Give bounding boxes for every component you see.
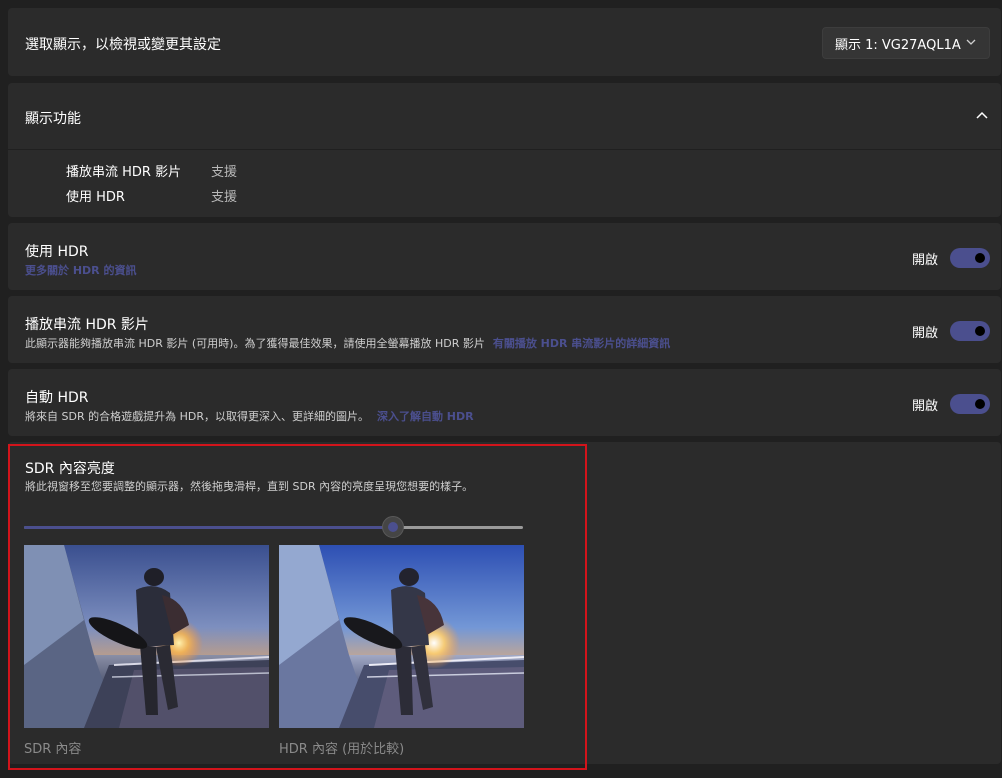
capability-item-stream-hdr: 播放串流 HDR 影片 支援 — [66, 161, 237, 180]
stream-hdr-row: 播放串流 HDR 影片 此顯示器能夠播放串流 HDR 影片 (可用時)。為了獲得… — [8, 296, 1001, 363]
auto-hdr-row: 自動 HDR 將來自 SDR 的合格遊戲提升為 HDR，以取得更深入、更詳細的圖… — [8, 369, 1001, 436]
use-hdr-toggle[interactable] — [950, 248, 990, 268]
auto-hdr-description: 將來自 SDR 的合格遊戲提升為 HDR，以取得更深入、更詳細的圖片。 — [25, 410, 369, 423]
use-hdr-state: 開啟 — [911, 253, 938, 268]
display-capabilities-title: 顯示功能 — [25, 111, 81, 127]
capability-value: 支援 — [211, 190, 238, 205]
auto-hdr-title: 自動 HDR — [25, 390, 89, 406]
hdr-preview-image — [279, 545, 524, 728]
stream-hdr-info-link[interactable]: 有關播放 HDR 串流影片的詳細資訊 — [493, 337, 670, 350]
display-select-dropdown[interactable]: 顯示 1: VG27AQL1A — [822, 27, 990, 59]
capability-label: 使用 HDR — [66, 190, 125, 205]
capability-item-use-hdr: 使用 HDR 支援 — [66, 186, 237, 205]
hdr-info-link[interactable]: 更多關於 HDR 的資訊 — [25, 264, 136, 277]
display-capabilities-list: 播放串流 HDR 影片 支援 使用 HDR 支援 — [8, 150, 1001, 217]
sdr-brightness-slider[interactable] — [24, 516, 523, 538]
use-hdr-title: 使用 HDR — [25, 244, 89, 260]
auto-hdr-learn-link[interactable]: 深入了解自動 HDR — [377, 410, 474, 423]
slider-thumb-inner — [388, 522, 399, 532]
auto-hdr-toggle[interactable] — [950, 394, 990, 414]
select-display-row: 選取顯示，以檢視或變更其設定 顯示 1: VG27AQL1A — [8, 8, 1001, 76]
slider-fill — [24, 526, 394, 529]
hdr-preview-caption: HDR 內容 (用於比較) — [279, 742, 405, 757]
hdr-preview-scene — [279, 545, 524, 728]
auto-hdr-state: 開啟 — [911, 399, 938, 414]
display-capabilities-header[interactable]: 顯示功能 — [8, 83, 1001, 149]
toggle-knob — [975, 326, 985, 336]
capability-value: 支援 — [211, 165, 238, 180]
use-hdr-row: 使用 HDR 更多關於 HDR 的資訊 開啟 — [8, 223, 1001, 290]
toggle-knob — [975, 253, 985, 263]
select-display-label: 選取顯示，以檢視或變更其設定 — [25, 37, 221, 53]
sdr-preview-image — [24, 545, 269, 728]
sdr-preview-caption: SDR 內容 — [24, 742, 82, 757]
sdr-brightness-description: 將此視窗移至您要調整的顯示器，然後拖曳滑桿，直到 SDR 內容的亮度呈現您想要的… — [25, 480, 474, 493]
stream-hdr-subtitle: 此顯示器能夠播放串流 HDR 影片 (可用時)。為了獲得最佳效果，請使用全螢幕播… — [25, 335, 670, 351]
sdr-brightness-title: SDR 內容亮度 — [25, 461, 115, 477]
capability-label: 播放串流 HDR 影片 — [66, 165, 182, 180]
chevron-down-icon — [966, 39, 976, 45]
auto-hdr-subtitle: 將來自 SDR 的合格遊戲提升為 HDR，以取得更深入、更詳細的圖片。 深入了解自… — [25, 408, 474, 424]
stream-hdr-description: 此顯示器能夠播放串流 HDR 影片 (可用時)。為了獲得最佳效果，請使用全螢幕播… — [25, 337, 485, 350]
display-select-value: 顯示 1: VG27AQL1A — [835, 37, 961, 53]
stream-hdr-toggle[interactable] — [950, 321, 990, 341]
stream-hdr-state: 開啟 — [911, 326, 938, 341]
stream-hdr-title: 播放串流 HDR 影片 — [25, 317, 149, 333]
toggle-knob — [975, 399, 985, 409]
chevron-up-icon[interactable] — [975, 110, 989, 120]
use-hdr-subtitle: 更多關於 HDR 的資訊 — [25, 262, 136, 278]
sdr-preview-scene — [24, 545, 269, 728]
